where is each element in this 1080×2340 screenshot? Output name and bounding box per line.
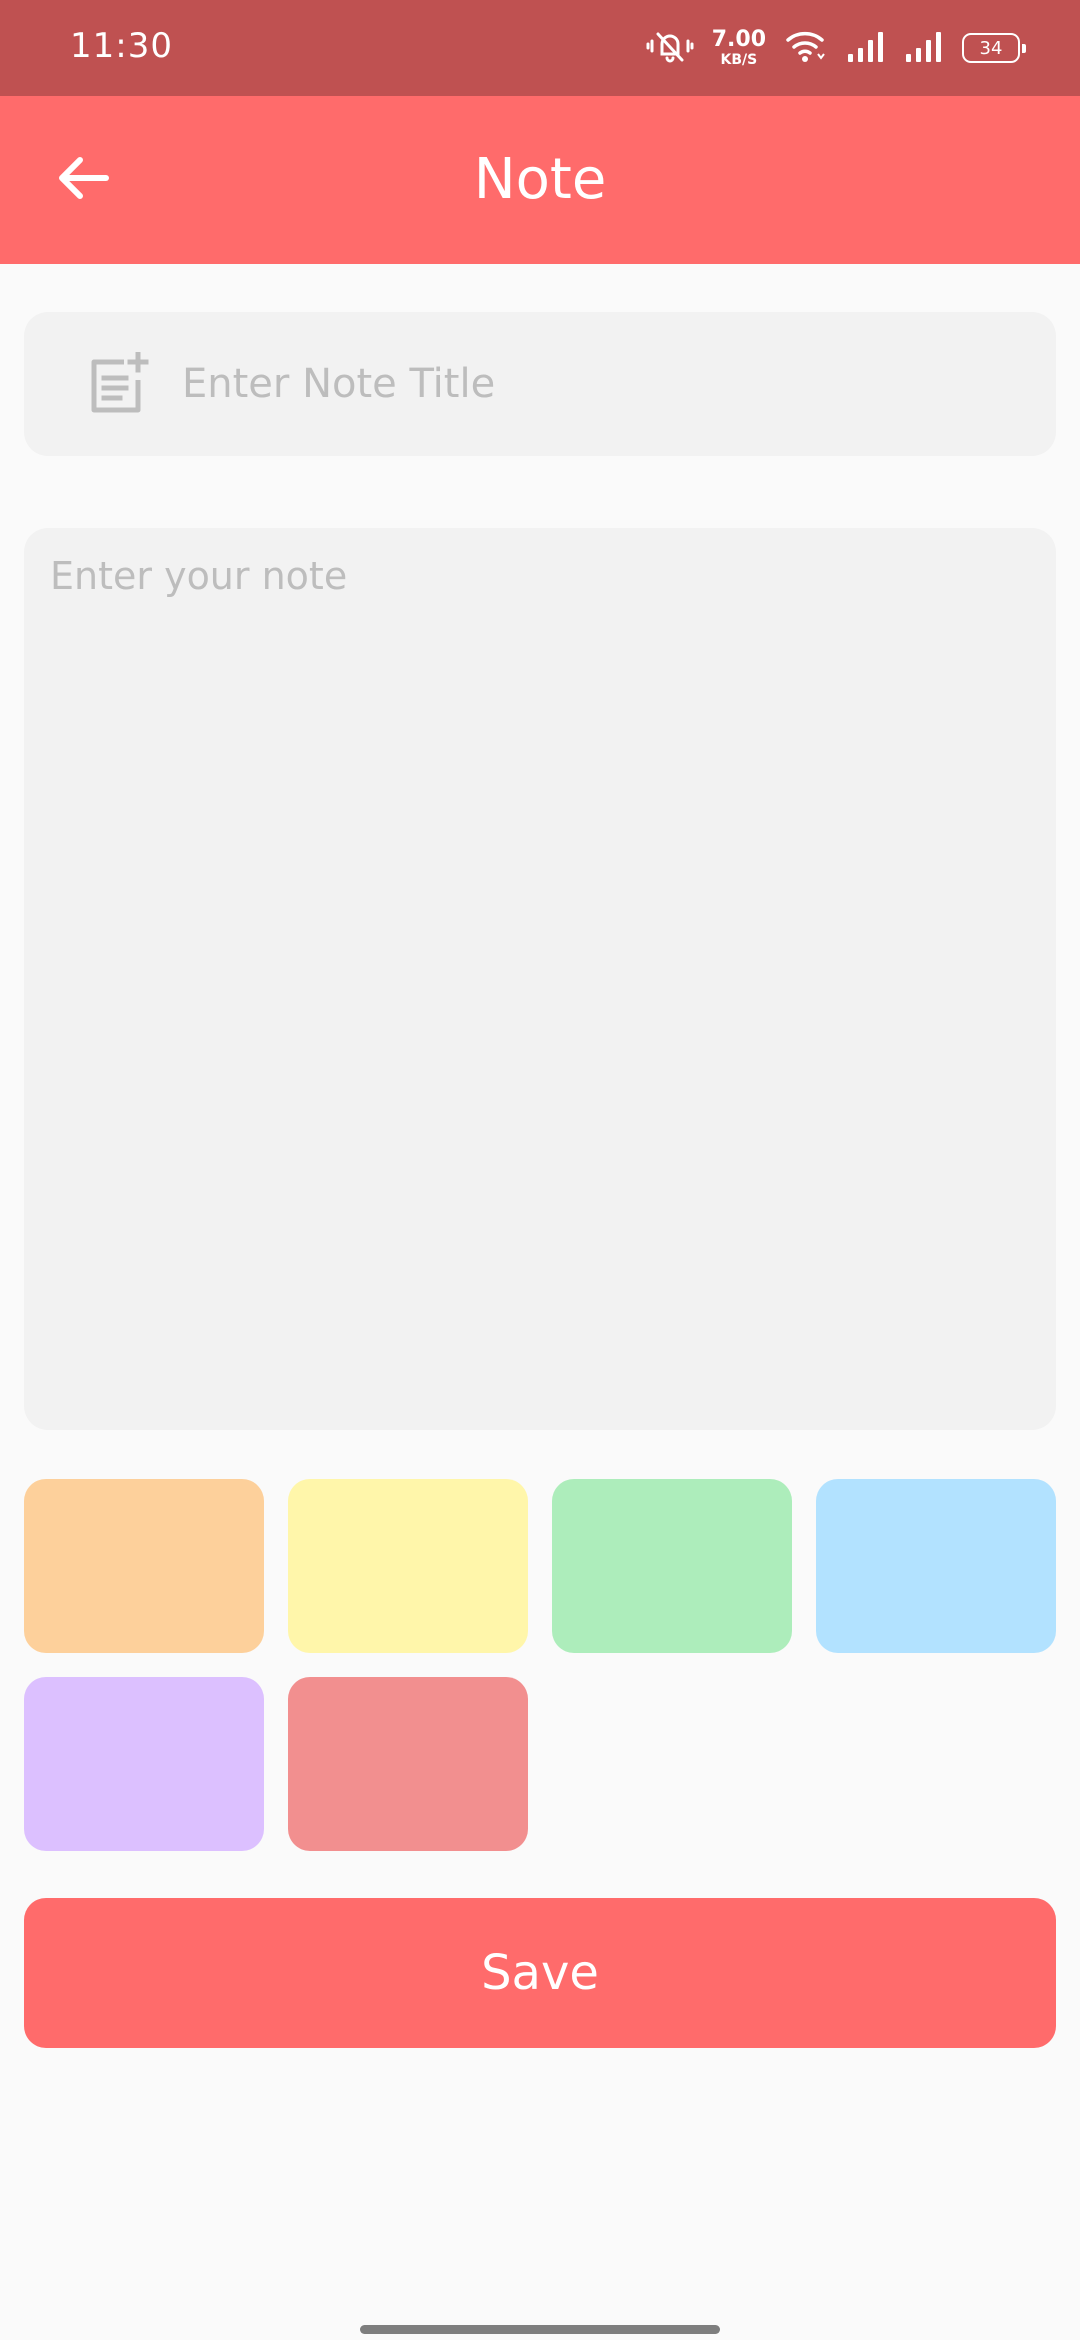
signal-icon <box>846 30 886 66</box>
color-swatch-green[interactable] <box>552 1479 792 1653</box>
save-button[interactable]: Save <box>24 1898 1056 2048</box>
note-body-input[interactable] <box>48 552 1032 1406</box>
note-add-icon <box>86 352 150 416</box>
color-swatch-blue[interactable] <box>816 1479 1056 1653</box>
note-body-field[interactable] <box>24 528 1056 1430</box>
color-swatch-orange[interactable] <box>24 1479 264 1653</box>
color-swatch-purple[interactable] <box>24 1677 264 1851</box>
note-title-input[interactable] <box>180 360 1040 408</box>
signal-icon <box>904 30 944 66</box>
status-icons: 7.00 KB/S 34 <box>646 26 1026 70</box>
net-speed-unit: KB/S <box>720 52 758 68</box>
app-bar: Note <box>0 96 1080 264</box>
home-indicator[interactable] <box>360 2325 720 2334</box>
battery-level: 34 <box>979 37 1003 59</box>
battery-icon: 34 <box>962 33 1026 63</box>
color-swatch-red[interactable] <box>288 1677 528 1851</box>
net-speed: 7.00 KB/S <box>711 27 766 68</box>
wifi-icon <box>784 28 828 68</box>
vibrate-mute-icon <box>646 26 694 70</box>
status-bar: 11:30 7.00 KB/S 34 <box>0 0 1080 96</box>
note-title-field[interactable] <box>24 312 1056 456</box>
color-swatch-yellow[interactable] <box>288 1479 528 1653</box>
net-speed-value: 7.00 <box>711 27 766 52</box>
page-title: Note <box>473 147 607 212</box>
status-time: 11:30 <box>70 26 173 66</box>
